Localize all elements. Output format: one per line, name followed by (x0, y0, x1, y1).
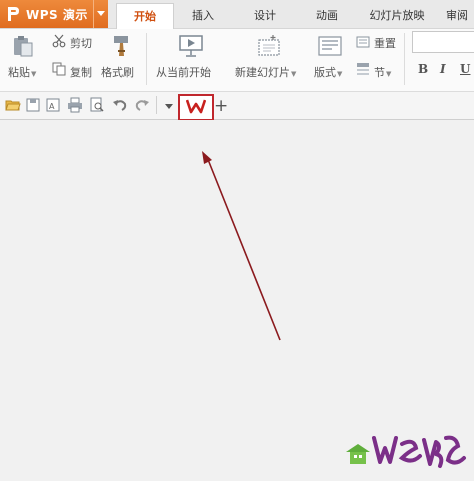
add-icon[interactable]: + (214, 96, 228, 116)
copy-icon[interactable] (52, 62, 66, 79)
save-as-icon[interactable]: A (45, 97, 61, 113)
section-icon[interactable] (356, 62, 370, 79)
tab-review[interactable]: 审阅 (446, 3, 474, 28)
tab-slideshow[interactable]: 幻灯片放映 (362, 3, 432, 28)
ribbon-panel: 粘贴▼ 剪切 复制 格式刷 从当前开始 新建幻灯片▼ 版式▼ 重置 节▼ B I… (0, 29, 474, 92)
ribbon-tab-bar: WPS 演示 开始 插入 设计 动画 幻灯片放映 审阅 (0, 0, 474, 29)
scissors-icon[interactable] (52, 34, 66, 51)
ribbon-divider (146, 33, 147, 85)
layout-icon[interactable] (318, 35, 342, 60)
site-watermark-logo (328, 420, 468, 479)
print-preview-icon[interactable] (89, 97, 105, 113)
open-folder-icon[interactable] (5, 97, 21, 113)
undo-icon[interactable] (112, 97, 128, 113)
reset-button[interactable]: 重置 (374, 35, 396, 51)
app-menu-button[interactable]: WPS 演示 (0, 0, 108, 28)
app-title: WPS 演示 (26, 7, 88, 22)
wps-logo-icon (185, 98, 207, 117)
format-painter-icon[interactable] (110, 34, 132, 61)
from-current-button[interactable]: 从当前开始 (156, 64, 211, 80)
bold-button[interactable]: B (418, 62, 428, 76)
layout-button[interactable]: 版式▼ (314, 64, 342, 80)
chevron-down-icon[interactable] (93, 0, 108, 28)
print-icon[interactable] (67, 97, 83, 113)
underline-button[interactable]: U (460, 62, 470, 76)
customize-dropdown-icon[interactable] (164, 100, 174, 110)
paste-button[interactable]: 粘贴▼ (8, 64, 36, 80)
new-slide-icon[interactable] (256, 34, 282, 61)
paste-label: 粘贴 (8, 66, 30, 79)
slideshow-from-current-icon[interactable] (178, 34, 204, 61)
layout-label: 版式 (314, 66, 336, 79)
toolbar-divider (156, 96, 157, 114)
tab-design[interactable]: 设计 (242, 3, 288, 28)
cut-button[interactable]: 剪切 (70, 35, 92, 51)
wps-presentation-logo-icon (6, 6, 20, 22)
new-slide-label: 新建幻灯片 (235, 66, 290, 79)
tab-start[interactable]: 开始 (116, 3, 174, 29)
svg-text:A: A (49, 102, 55, 111)
section-dropdown-icon[interactable]: ▼ (386, 70, 391, 78)
redo-icon[interactable] (134, 97, 150, 113)
paste-icon[interactable] (12, 35, 34, 60)
tab-animation[interactable]: 动画 (304, 3, 350, 28)
font-name-input[interactable] (412, 31, 474, 53)
reset-icon[interactable] (356, 35, 370, 52)
new-slide-button[interactable]: 新建幻灯片▼ (235, 64, 296, 80)
wps-logo-button[interactable] (178, 94, 214, 121)
ribbon-divider (404, 33, 405, 85)
section-label: 节 (374, 66, 385, 79)
paste-dropdown-icon[interactable]: ▼ (31, 70, 36, 78)
italic-button[interactable]: I (440, 62, 446, 76)
layout-dropdown-icon[interactable]: ▼ (337, 70, 342, 78)
format-painter-button[interactable]: 格式刷 (101, 64, 134, 80)
tab-insert[interactable]: 插入 (180, 3, 226, 28)
save-icon[interactable] (25, 97, 41, 113)
copy-button[interactable]: 复制 (70, 64, 92, 80)
section-button[interactable]: 节▼ (374, 64, 391, 80)
new-slide-dropdown-icon[interactable]: ▼ (291, 70, 296, 78)
quick-access-toolbar: A (0, 92, 474, 120)
